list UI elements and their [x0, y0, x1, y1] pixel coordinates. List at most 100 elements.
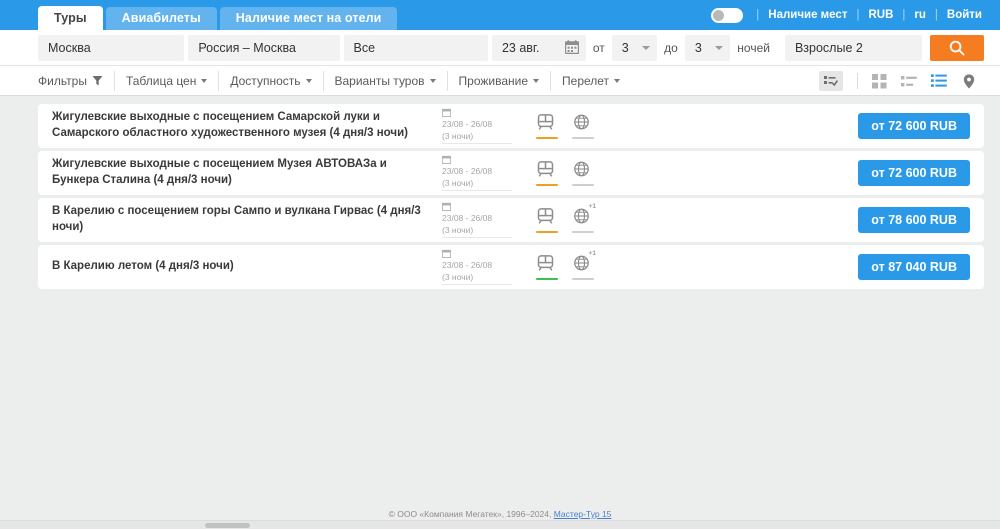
tour-date-range: 23/08 - 26/08 — [442, 259, 493, 270]
toolbar-accommodation-label: Проживание — [458, 73, 529, 88]
nights-to-value: 3 — [694, 40, 702, 55]
page-footer: © ООО «Компания Мегатек», 1996–2024, Мас… — [0, 508, 1000, 520]
mode-toggle-switch[interactable] — [711, 7, 744, 23]
nights-from-value: 3 — [621, 40, 629, 55]
toolbar-filters[interactable]: Фильтры — [38, 70, 115, 91]
table-row[interactable]: Жигулевские выходные с посещением Музея … — [38, 151, 984, 195]
toolbar-tour-options-label: Варианты туров — [334, 73, 425, 88]
tour-date-range: 23/08 - 26/08 — [442, 165, 493, 176]
chevron-down-icon — [614, 78, 621, 83]
globe-icon[interactable]: +1 — [572, 250, 596, 280]
globe-glyph — [574, 255, 589, 270]
tour-service-icons — [536, 160, 594, 186]
toolbar-accommodation[interactable]: Проживание — [448, 70, 552, 91]
view-mode-controls — [819, 66, 984, 96]
chevron-down-icon — [533, 78, 540, 83]
tour-service-icons: +1 — [536, 250, 596, 280]
chevron-down-icon — [429, 78, 436, 83]
link-availability[interactable]: Наличие мест — [768, 9, 847, 21]
tour-title[interactable]: В Карелию с посещением горы Сампо и вулк… — [52, 204, 432, 235]
train-icon[interactable] — [536, 254, 558, 280]
search-button[interactable] — [929, 34, 984, 61]
tour-dates: 23/08 - 26/08 (3 ночи) — [442, 249, 512, 286]
toolbar-tour-options[interactable]: Варианты туров — [324, 70, 448, 91]
train-icon[interactable] — [536, 207, 558, 233]
tour-date-range: 23/08 - 26/08 — [442, 118, 493, 129]
globe-glyph — [574, 161, 589, 176]
price-button[interactable]: от 72 600 RUB — [858, 113, 970, 139]
chevron-down-icon — [715, 45, 724, 50]
globe-status-bar — [572, 136, 594, 139]
train-glyph — [537, 207, 554, 224]
chevron-down-icon — [305, 78, 312, 83]
date-input[interactable]: 23 авг. — [491, 34, 586, 61]
globe-icon[interactable]: +1 — [572, 203, 596, 233]
calendar-icon — [442, 155, 451, 164]
table-row[interactable]: В Карелию с посещением горы Сампо и вулк… — [38, 198, 984, 242]
divider: | — [756, 9, 760, 21]
tab-tours[interactable]: Туры — [38, 6, 103, 30]
tourists-input[interactable]: Взрослые 2 — [784, 34, 922, 61]
tour-title[interactable]: Жигулевские выходные с посещением Музея … — [52, 157, 432, 188]
header-right-controls: | Наличие мест | RUB | ru | Войти — [711, 0, 982, 30]
globe-glyph — [574, 208, 589, 223]
checklist-icon — [824, 75, 838, 86]
tour-nights: (3 ночи) — [442, 131, 474, 141]
train-glyph — [537, 254, 554, 271]
chevron-down-icon — [642, 45, 651, 50]
tour-title[interactable]: Жигулевские выходные с посещением Самарс… — [52, 110, 432, 141]
scrollbar-thumb[interactable] — [205, 523, 250, 528]
nights-unit-label: ночей — [737, 40, 770, 55]
compact-list-view-icon[interactable] — [894, 70, 924, 92]
price-button[interactable]: от 78 600 RUB — [858, 207, 970, 233]
chevron-down-icon — [201, 78, 208, 83]
nights-from-select[interactable]: 3 — [611, 34, 658, 61]
divider — [857, 73, 858, 89]
table-row[interactable]: В Карелию летом (4 дня/3 ночи) 23/08 - 2… — [38, 245, 984, 289]
link-currency[interactable]: RUB — [868, 9, 893, 21]
results-list: Жигулевские выходные с посещением Самарс… — [0, 96, 1000, 289]
toolbar-availability[interactable]: Доступность — [219, 70, 324, 91]
map-pin-icon[interactable] — [954, 70, 984, 92]
tour-title[interactable]: В Карелию летом (4 дня/3 ночи) — [52, 259, 432, 275]
train-icon[interactable] — [536, 160, 558, 186]
toolbar-flight-label: Перелет — [562, 73, 610, 88]
link-language[interactable]: ru — [914, 9, 926, 21]
globe-status-bar — [572, 183, 594, 186]
departure-city-input[interactable]: Москва — [38, 34, 185, 61]
destination-input[interactable]: Россия – Москва — [188, 34, 340, 61]
hotel-input[interactable]: Все — [343, 34, 488, 61]
list-icon — [931, 74, 947, 87]
tour-dates: 23/08 - 26/08 (3 ночи) — [442, 108, 512, 145]
search-icon — [949, 40, 965, 56]
toolbar-price-table[interactable]: Таблица цен — [115, 70, 220, 91]
nights-to-label: до — [664, 40, 678, 55]
globe-icon[interactable] — [572, 114, 594, 139]
globe-status-bar — [572, 230, 594, 233]
tab-flights[interactable]: Авиабилеты — [105, 7, 217, 30]
link-login[interactable]: Войти — [947, 9, 982, 21]
price-button[interactable]: от 87 040 RUB — [858, 254, 970, 280]
date-value: 23 авг. — [501, 40, 540, 55]
horizontal-scrollbar[interactable] — [0, 520, 1000, 529]
compact-list-icon — [901, 75, 917, 86]
main-tabs: Туры Авиабилеты Наличие мест на отели — [38, 0, 398, 30]
toolbar-flight[interactable]: Перелет — [551, 71, 631, 91]
toolbar-filters-label: Фильтры — [38, 73, 87, 88]
nights-to-select[interactable]: 3 — [684, 34, 731, 61]
product-link[interactable]: Мастер-Тур 15 — [554, 509, 612, 519]
train-glyph — [537, 160, 554, 177]
globe-icon[interactable] — [572, 161, 594, 186]
train-icon[interactable] — [536, 113, 558, 139]
tab-hotel-availability[interactable]: Наличие мест на отели — [219, 7, 398, 30]
globe-extra-badge: +1 — [588, 249, 596, 257]
toolbar-price-table-label: Таблица цен — [125, 73, 197, 88]
table-row[interactable]: Жигулевские выходные с посещением Самарс… — [38, 104, 984, 148]
toggle-knob — [713, 9, 725, 21]
grid-view-icon[interactable] — [864, 70, 894, 92]
price-button[interactable]: от 72 600 RUB — [858, 160, 970, 186]
funnel-icon — [92, 76, 103, 86]
checklist-view-icon[interactable] — [819, 71, 843, 91]
calendar-icon[interactable] — [564, 39, 579, 54]
list-view-icon[interactable] — [924, 70, 954, 92]
